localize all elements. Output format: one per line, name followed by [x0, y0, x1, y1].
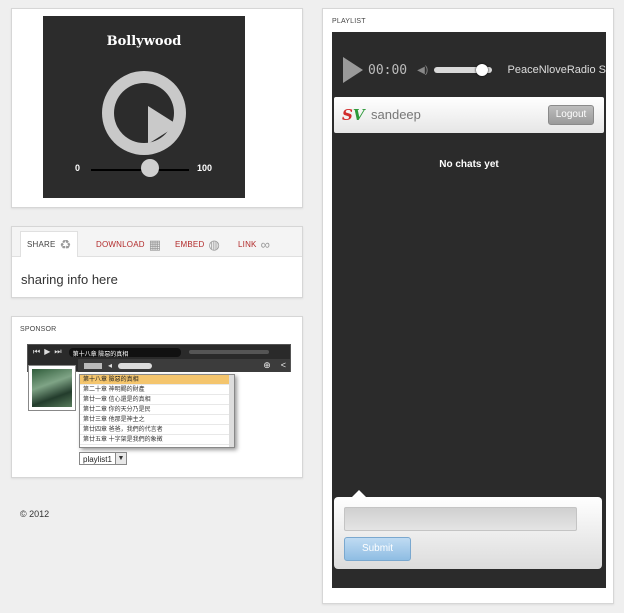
globe-icon: ◍: [208, 236, 220, 252]
submit-button[interactable]: Submit: [344, 537, 411, 561]
mini-list-toggle[interactable]: [84, 362, 102, 369]
share-content: sharing info here: [21, 272, 118, 287]
volume-slider-track[interactable]: [91, 169, 189, 171]
station-name: PeaceNloveRadio S: [507, 64, 606, 76]
playback-time: 00:00: [368, 62, 408, 78]
playlist-item[interactable]: 第廿二章 你的天分乃是民: [80, 405, 234, 415]
skip-back-icon[interactable]: ⏮: [33, 348, 40, 356]
copyright: © 2012: [20, 509, 50, 519]
play-icon[interactable]: [343, 57, 363, 83]
play-icon[interactable]: ▶: [44, 348, 50, 356]
album-thumbnail: [28, 365, 76, 411]
player-title: Bollywood: [106, 34, 182, 49]
playlist-chat-panel: PLAYLIST 00:00 ◀) PeaceNloveRadio S SV s…: [322, 8, 614, 604]
logout-button[interactable]: Logout: [548, 105, 594, 125]
player-panel: Bollywood 0 100: [11, 8, 303, 208]
playlist-select-value: playlist1: [83, 455, 112, 464]
recycle-icon: ♻: [59, 237, 72, 252]
tab-embed-label: EMBED: [175, 239, 205, 249]
chat-compose-area: Submit: [334, 490, 602, 569]
tab-download-label: DOWNLOAD: [96, 239, 145, 249]
sponsor-heading: SPONSOR: [20, 326, 57, 333]
film-icon: ▦: [148, 236, 162, 252]
tab-download[interactable]: DOWNLOAD ▦: [90, 231, 167, 257]
share-panel: SHARE ♻ DOWNLOAD ▦ EMBED ◍ LINK ∞ sharin…: [11, 226, 303, 298]
play-icon: [114, 83, 178, 144]
add-icon[interactable]: ⊕: [263, 361, 275, 370]
volume-min-label: 0: [75, 163, 81, 173]
playlist-select[interactable]: playlist1 ▼: [79, 452, 127, 465]
playlist-heading: PLAYLIST: [332, 18, 366, 25]
playlist-item[interactable]: 第二十章 神明賜的財產: [80, 385, 234, 395]
tab-embed[interactable]: EMBED ◍: [169, 231, 226, 257]
speaker-icon: ◂: [108, 360, 113, 370]
tab-share[interactable]: SHARE ♻: [20, 231, 79, 257]
mini-progress-bar[interactable]: [188, 350, 269, 354]
radio-chat-widget: 00:00 ◀) PeaceNloveRadio S SV sandeep Lo…: [332, 32, 606, 588]
audio-player: Bollywood 0 100: [43, 16, 245, 198]
mini-volume-slider[interactable]: [118, 362, 153, 369]
share-tabs: SHARE ♻ DOWNLOAD ▦ EMBED ◍ LINK ∞: [12, 227, 302, 257]
playlist-item[interactable]: 第廿五章 十字架是我們的象徵: [80, 435, 234, 445]
sponsor-playlist: 第十八章 險惡的真相 第二十章 神明賜的財產 第廿一章 信心還是的真相 第廿二章…: [79, 374, 235, 448]
speaker-icon[interactable]: ◀): [417, 65, 428, 76]
now-playing-title: 第十八章 險惡的真相: [68, 347, 181, 357]
volume-slider-handle[interactable]: [140, 159, 159, 177]
chat-message-input[interactable]: [344, 507, 577, 531]
radio-volume-slider[interactable]: [434, 64, 492, 76]
playlist-item[interactable]: 第十八章 險惡的真相: [80, 375, 234, 385]
skip-forward-icon[interactable]: ⏭: [54, 348, 61, 356]
play-button[interactable]: [102, 71, 186, 155]
chat-header: SV sandeep Logout: [334, 97, 604, 133]
playlist-scrollbar[interactable]: [229, 375, 234, 447]
playlist-item[interactable]: 第廿三章 他那是神主之: [80, 415, 234, 425]
radio-controls: 00:00 ◀) PeaceNloveRadio S: [332, 50, 606, 90]
share-icon[interactable]: <: [281, 361, 290, 370]
chat-username: sandeep: [371, 107, 421, 122]
playlist-item[interactable]: 第廿四章 爸爸，我們的代言者: [80, 425, 234, 435]
radio-volume-handle[interactable]: [476, 64, 489, 76]
tab-share-label: SHARE: [27, 240, 56, 249]
chevron-down-icon[interactable]: ▼: [114, 453, 126, 464]
playlist-item[interactable]: 第廿一章 信心還是的真相: [80, 395, 234, 405]
tab-link[interactable]: LINK ∞: [232, 231, 276, 257]
link-icon: ∞: [260, 236, 271, 252]
empty-chat-message: No chats yet: [439, 159, 499, 170]
sponsor-panel: SPONSOR ⏮ ▶ ⏭ 第十八章 險惡的真相 ◂ ⊕ < 第十八章 險惡的真…: [11, 316, 303, 478]
tab-link-label: LINK: [238, 239, 257, 249]
volume-max-label: 100: [197, 163, 213, 173]
site-logo-icon: SV: [342, 106, 365, 124]
